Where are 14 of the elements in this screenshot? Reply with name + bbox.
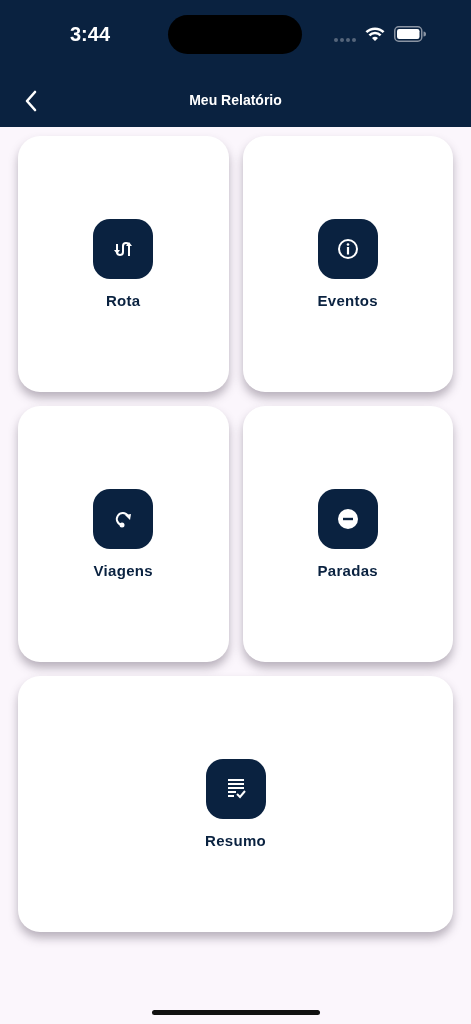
status-time: 3:44: [69, 23, 111, 46]
info-icon: [317, 219, 378, 279]
signal-icon: [334, 38, 356, 42]
report-tile[interactable]: Paradas: [242, 406, 453, 662]
refresh-pin-icon: [93, 489, 154, 549]
report-tile[interactable]: Viagens: [18, 406, 229, 662]
screen-title: Meu Relatório: [189, 91, 282, 108]
wifi-icon: [365, 26, 385, 42]
report-tile[interactable]: Eventos: [242, 136, 453, 392]
battery-icon: [394, 26, 426, 42]
report-tile[interactable]: Resumo: [18, 676, 453, 932]
report-tile[interactable]: Rota: [18, 136, 229, 392]
route-icon: [93, 219, 154, 279]
checklist-icon: [205, 759, 266, 819]
